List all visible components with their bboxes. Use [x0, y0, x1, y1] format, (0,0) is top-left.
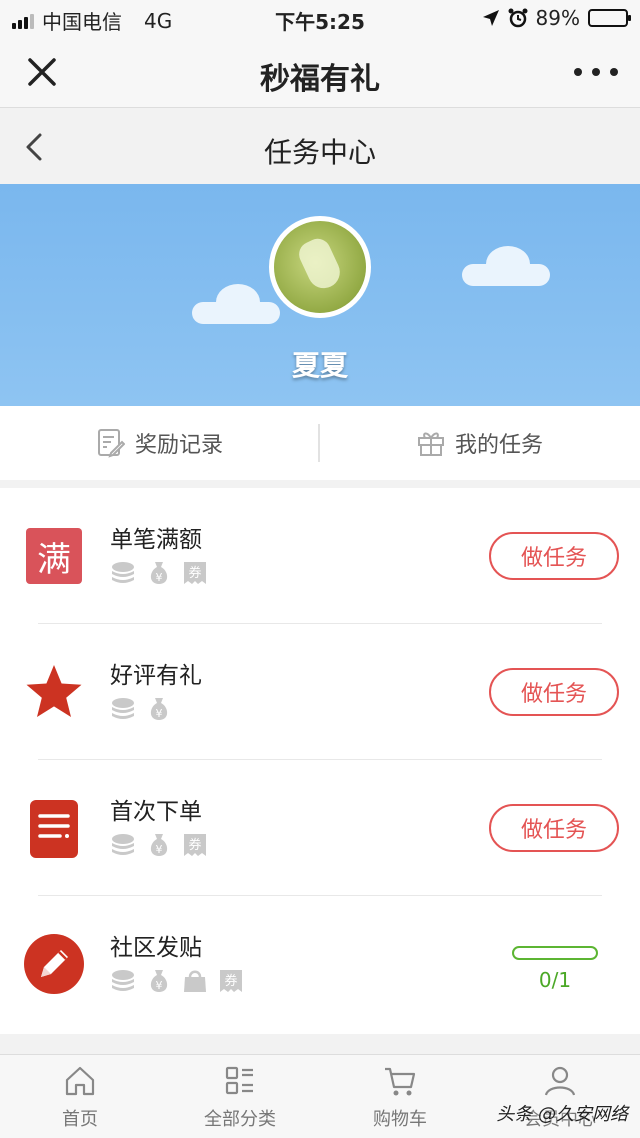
status-right: 89%	[482, 6, 631, 30]
gift-icon	[417, 432, 444, 456]
task-name: 单笔满额	[110, 527, 202, 553]
more-dots-icon[interactable]	[574, 54, 618, 90]
my-tasks-label: 我的任务	[454, 433, 543, 458]
coins-icon	[112, 834, 134, 855]
reward-icons: ¥	[110, 696, 172, 722]
shopping-bag-icon	[184, 970, 206, 992]
task-item: 社区发贴 ¥ 券 0/1	[0, 896, 640, 1032]
close-icon[interactable]	[22, 52, 62, 92]
task-name: 好评有礼	[110, 663, 202, 689]
tab-home[interactable]: 首页	[0, 1055, 160, 1138]
battery-icon	[588, 9, 631, 27]
money-bag-icon: ¥	[150, 698, 168, 720]
money-glyph: ¥	[156, 979, 163, 992]
tab-label: 全部分类	[204, 1109, 276, 1130]
money-glyph: ¥	[156, 707, 163, 720]
coupon-icon: 券	[220, 970, 242, 992]
avatar[interactable]	[269, 216, 371, 318]
money-glyph: ¥	[156, 571, 163, 584]
task-name: 首次下单	[110, 799, 202, 825]
record-bar: 奖励记录 我的任务	[0, 406, 640, 480]
coins-icon	[112, 970, 134, 991]
alarm-icon	[508, 8, 528, 28]
location-icon	[482, 10, 499, 26]
reward-records-link[interactable]: 奖励记录	[0, 406, 320, 480]
coupon-glyph: 券	[188, 837, 201, 853]
task-item: 首次下单 ¥ 券 做任务	[0, 760, 640, 896]
status-bar: 中国电信 4G 下午5:25 89%	[0, 0, 640, 36]
do-task-button[interactable]: 做任务	[489, 804, 619, 852]
category-icon	[225, 1066, 253, 1095]
coupon-icon: 券	[184, 834, 206, 856]
home-icon	[65, 1066, 95, 1096]
divider	[318, 424, 320, 462]
battery-percent: 89%	[535, 6, 580, 30]
full-amount-icon: 满	[26, 528, 82, 584]
money-bag-icon: ¥	[150, 562, 168, 584]
cloud-decoration	[462, 246, 550, 286]
task-item: 满 单笔满额 ¥ 券 做任务	[0, 488, 640, 624]
document-edit-icon	[97, 429, 125, 458]
task-progress: 0/1	[512, 946, 598, 992]
cart-icon	[385, 1067, 416, 1096]
progress-bar	[512, 946, 598, 960]
tab-label: 首页	[62, 1109, 98, 1130]
tab-categories[interactable]: 全部分类	[160, 1055, 320, 1138]
coupon-glyph: 券	[224, 973, 237, 989]
profile-banner: 夏夏	[0, 184, 640, 406]
coupon-glyph: 券	[188, 565, 201, 581]
coupon-icon: 券	[184, 562, 206, 584]
pencil-icon	[24, 934, 84, 994]
reward-icons: ¥ 券	[110, 832, 208, 858]
do-task-button[interactable]: 做任务	[489, 668, 619, 716]
reward-records-label: 奖励记录	[134, 433, 223, 458]
progress-text: 0/1	[538, 968, 572, 992]
nav-title: 任务中心	[263, 136, 376, 169]
task-list: 满 单笔满额 ¥ 券 做任务 好评有礼 ¥ 做任务 首次下单 ¥ 券 做任务 社…	[0, 488, 640, 1034]
user-icon	[544, 1066, 576, 1096]
tab-cart[interactable]: 购物车	[320, 1055, 480, 1138]
task-item: 好评有礼 ¥ 做任务	[0, 624, 640, 760]
chevron-left-icon[interactable]	[18, 127, 54, 167]
task-name: 社区发贴	[110, 935, 202, 961]
watermark: 头条 @久安网络	[496, 1104, 628, 1125]
nickname: 夏夏	[291, 349, 348, 382]
money-bag-icon: ¥	[150, 970, 168, 992]
nav-bar: 任务中心	[0, 109, 640, 184]
money-glyph: ¥	[156, 843, 163, 856]
my-tasks-link[interactable]: 我的任务	[320, 406, 640, 480]
reward-icons: ¥ 券	[110, 968, 244, 994]
full-amount-icon-text: 满	[37, 539, 71, 580]
coins-icon	[112, 562, 134, 583]
title-bar: 秒福有礼	[0, 36, 640, 108]
money-bag-icon: ¥	[150, 834, 168, 856]
coins-icon	[112, 698, 134, 719]
page-title: 秒福有礼	[260, 62, 380, 97]
star-icon	[26, 665, 82, 717]
reward-icons: ¥ 券	[110, 560, 208, 586]
cloud-decoration	[192, 284, 280, 324]
tab-label: 购物车	[373, 1109, 427, 1130]
do-task-button[interactable]: 做任务	[489, 532, 619, 580]
order-list-icon	[30, 800, 78, 858]
